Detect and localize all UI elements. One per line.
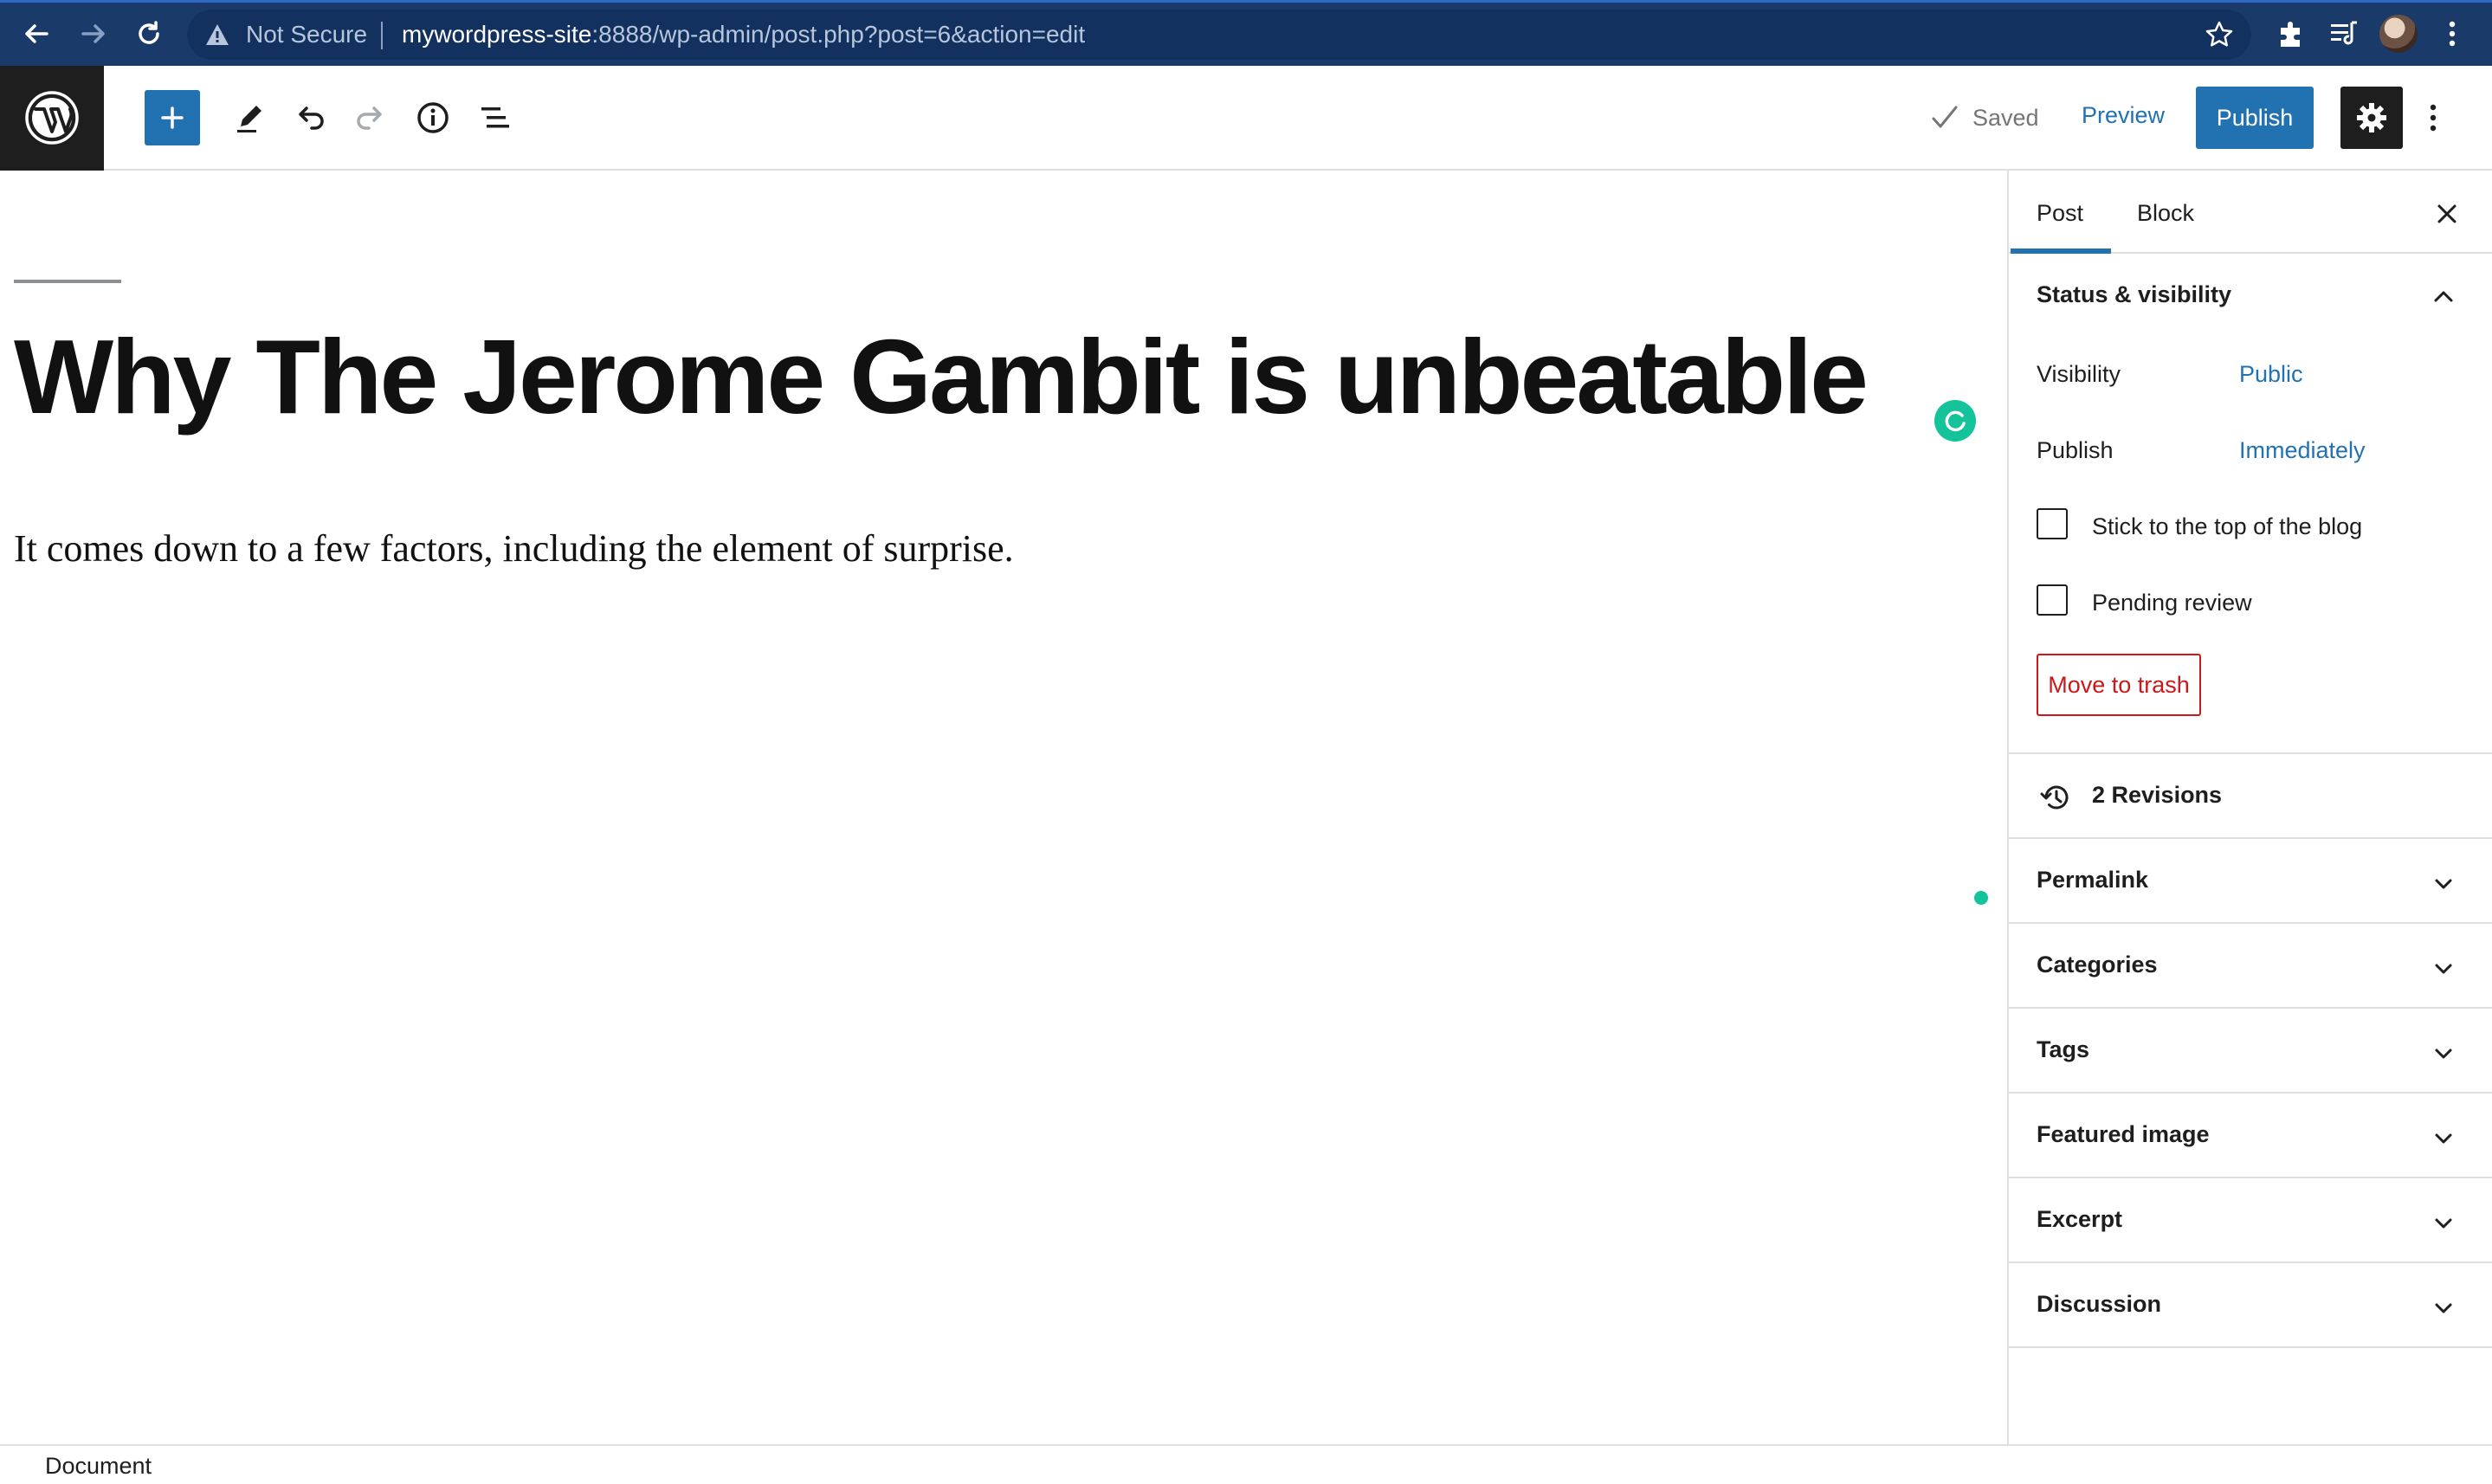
visibility-value-link[interactable]: Public [2239, 361, 2303, 388]
sticky-label: Stick to the top of the blog [2092, 513, 2363, 539]
post-paragraph[interactable]: It comes down to a few factors, includin… [14, 526, 1014, 571]
edit-pencil-icon[interactable] [229, 97, 270, 139]
preview-button[interactable]: Preview [2082, 102, 2165, 129]
tab-block[interactable]: Block [2137, 200, 2194, 227]
grammarly-icon[interactable] [1934, 400, 1976, 442]
chevron-down-icon [2428, 868, 2459, 900]
plus-icon [161, 106, 184, 129]
redo-icon[interactable] [350, 97, 391, 139]
editor-toolbar: Saved Preview Publish [0, 66, 2492, 171]
url-separator [381, 22, 383, 49]
undo-icon[interactable] [289, 97, 331, 139]
close-sidebar-icon[interactable] [2431, 198, 2463, 229]
title-separator [14, 280, 121, 283]
pending-review-label: Pending review [2092, 590, 2252, 616]
status-visibility-panel: Status & visibility Visibility Public Pu… [2009, 254, 2492, 754]
saved-indicator: Saved [1929, 102, 2039, 133]
grammarly-status-dot [1974, 891, 1988, 905]
move-to-trash-button[interactable]: Move to trash [2037, 654, 2201, 716]
chevron-down-icon [2428, 1123, 2459, 1154]
chevron-down-icon [2428, 1208, 2459, 1239]
add-block-button[interactable] [145, 90, 200, 145]
featured-image-heading: Featured image [2037, 1121, 2210, 1147]
reload-icon[interactable] [130, 15, 168, 53]
warning-icon[interactable] [204, 23, 230, 47]
featured-image-panel[interactable]: Featured image [2009, 1094, 2492, 1178]
wordpress-logo-icon [25, 91, 79, 145]
revisions-link[interactable]: 2 Revisions [2009, 754, 2492, 839]
history-icon [2040, 785, 2069, 810]
info-icon[interactable] [412, 97, 454, 139]
settings-sidebar: Post Block Status & visibility Visibilit… [2007, 171, 2492, 1445]
forward-arrow-icon[interactable] [74, 15, 113, 53]
security-label[interactable]: Not Secure [246, 21, 367, 48]
tab-post[interactable]: Post [2010, 200, 2112, 254]
browser-chrome: Not Secure mywordpress-site:8888/wp-admi… [0, 0, 2492, 66]
discussion-panel[interactable]: Discussion [2009, 1263, 2492, 1348]
permalink-panel[interactable]: Permalink [2009, 839, 2492, 924]
url-host: mywordpress-site [402, 21, 592, 48]
publish-date-link[interactable]: Immediately [2239, 437, 2366, 464]
pending-review-checkbox[interactable] [2037, 584, 2068, 616]
sidebar-tabs: Post Block [2009, 171, 2492, 254]
checkmark-icon [1932, 106, 1958, 128]
address-bar[interactable]: Not Secure mywordpress-site:8888/wp-admi… [187, 10, 2251, 60]
reading-list-icon[interactable] [2327, 17, 2360, 50]
publish-label: Publish [2037, 437, 2114, 463]
browser-menu-icon[interactable] [2444, 17, 2461, 50]
chevron-down-icon [2428, 953, 2459, 984]
gear-icon [2357, 103, 2386, 132]
tags-heading: Tags [2037, 1036, 2090, 1062]
excerpt-panel[interactable]: Excerpt [2009, 1178, 2492, 1263]
categories-panel[interactable]: Categories [2009, 924, 2492, 1009]
bookmark-star-icon[interactable] [2205, 20, 2234, 49]
profile-avatar[interactable] [2379, 15, 2418, 53]
chevron-down-icon [2428, 1038, 2459, 1069]
status-visibility-heading[interactable]: Status & visibility [2037, 281, 2231, 308]
saved-label: Saved [1972, 104, 2039, 131]
list-view-icon[interactable] [475, 97, 516, 139]
publish-button[interactable]: Publish [2196, 87, 2314, 149]
chevron-up-icon[interactable] [2428, 281, 2459, 313]
more-options-icon[interactable] [2423, 97, 2444, 139]
url-path: :8888/wp-admin/post.php?post=6&action=ed… [591, 21, 1086, 48]
discussion-heading: Discussion [2037, 1291, 2162, 1317]
settings-button[interactable] [2340, 87, 2403, 149]
extensions-puzzle-icon[interactable] [2274, 17, 2307, 50]
sticky-checkbox[interactable] [2037, 508, 2068, 539]
excerpt-heading: Excerpt [2037, 1206, 2123, 1232]
back-arrow-icon[interactable] [17, 15, 55, 53]
url-text[interactable]: mywordpress-site:8888/wp-admin/post.php?… [402, 21, 1085, 48]
chevron-down-icon [2428, 1293, 2459, 1324]
breadcrumb-document[interactable]: Document [45, 1453, 152, 1480]
revisions-label: 2 Revisions [2092, 782, 2223, 808]
block-breadcrumb-bar: Document [0, 1444, 2492, 1484]
categories-heading: Categories [2037, 952, 2158, 978]
post-title[interactable]: Why The Jerome Gambit is unbeatable [14, 312, 1869, 442]
visibility-label: Visibility [2037, 361, 2121, 387]
tags-panel[interactable]: Tags [2009, 1009, 2492, 1094]
wordpress-logo-button[interactable] [0, 66, 104, 171]
permalink-heading: Permalink [2037, 867, 2149, 893]
